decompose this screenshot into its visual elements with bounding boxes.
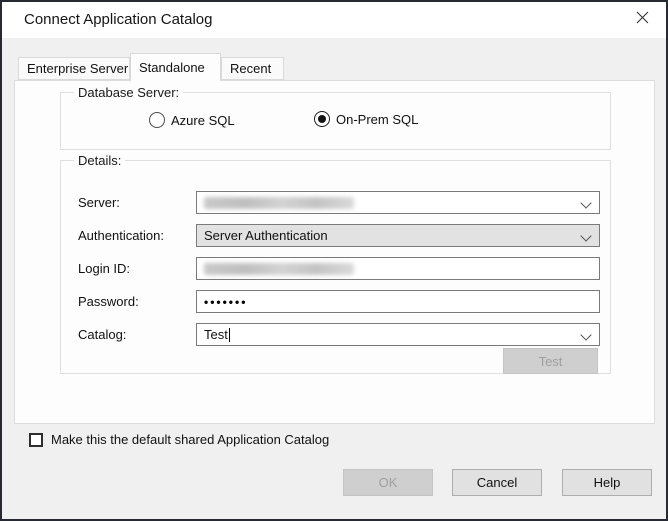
server-combobox[interactable] — [196, 191, 600, 214]
tab-recent[interactable]: Recent — [221, 57, 284, 80]
authentication-value: Server Authentication — [204, 228, 328, 243]
group-label: Database Server: — [74, 85, 183, 100]
help-button-label: Help — [594, 475, 621, 490]
cancel-button-label: Cancel — [477, 475, 517, 490]
details-group: Details: Server: Authentication: Server … — [60, 160, 611, 374]
catalog-label: Catalog: — [78, 327, 126, 342]
tab-label: Standalone — [139, 60, 205, 75]
radio-azure-sql[interactable]: Azure SQL — [149, 112, 235, 128]
checkbox-label: Make this the default shared Application… — [51, 432, 329, 447]
login-id-label: Login ID: — [78, 261, 130, 276]
radio-label: Azure SQL — [171, 113, 235, 128]
standalone-tab-panel: Database Server: Azure SQL On-Prem SQL D… — [14, 80, 655, 424]
help-button[interactable]: Help — [562, 469, 652, 496]
database-server-group: Database Server: Azure SQL On-Prem SQL — [60, 92, 611, 150]
default-catalog-checkbox[interactable]: Make this the default shared Application… — [29, 432, 329, 447]
chevron-down-icon[interactable] — [580, 197, 591, 208]
chevron-down-icon[interactable] — [580, 329, 591, 340]
title-bar: Connect Application Catalog — [2, 2, 666, 38]
password-mask: ••••••• — [204, 295, 247, 309]
login-id-field[interactable] — [196, 257, 600, 280]
authentication-label: Authentication: — [78, 228, 164, 243]
authentication-dropdown[interactable]: Server Authentication — [196, 224, 600, 247]
redacted-text — [204, 197, 354, 209]
catalog-value: Test — [204, 327, 228, 342]
ok-button[interactable]: OK — [343, 469, 433, 496]
ok-button-label: OK — [379, 475, 398, 490]
test-button[interactable]: Test — [503, 348, 598, 374]
close-button[interactable] — [618, 2, 666, 38]
catalog-combobox[interactable]: Test — [196, 323, 600, 346]
tab-label: Enterprise Server — [27, 61, 128, 76]
checkbox-icon[interactable] — [29, 433, 43, 447]
radio-onprem-sql[interactable]: On-Prem SQL — [314, 111, 418, 127]
tab-standalone[interactable]: Standalone — [130, 53, 221, 81]
radio-label: On-Prem SQL — [336, 112, 418, 127]
tab-label: Recent — [230, 61, 271, 76]
password-label: Password: — [78, 294, 139, 309]
tab-enterprise-server[interactable]: Enterprise Server — [18, 57, 130, 80]
server-label: Server: — [78, 195, 120, 210]
group-label: Details: — [74, 153, 125, 168]
chevron-down-icon[interactable] — [580, 230, 591, 241]
close-icon — [636, 11, 649, 29]
text-cursor — [229, 328, 230, 342]
radio-checked-icon — [314, 111, 330, 127]
window-title: Connect Application Catalog — [24, 11, 212, 28]
cancel-button[interactable]: Cancel — [452, 469, 542, 496]
radio-icon — [149, 112, 165, 128]
password-field[interactable]: ••••••• — [196, 290, 600, 313]
test-button-label: Test — [539, 354, 563, 369]
dialog-window: Connect Application Catalog Enterprise S… — [0, 0, 668, 521]
redacted-text — [204, 263, 354, 275]
